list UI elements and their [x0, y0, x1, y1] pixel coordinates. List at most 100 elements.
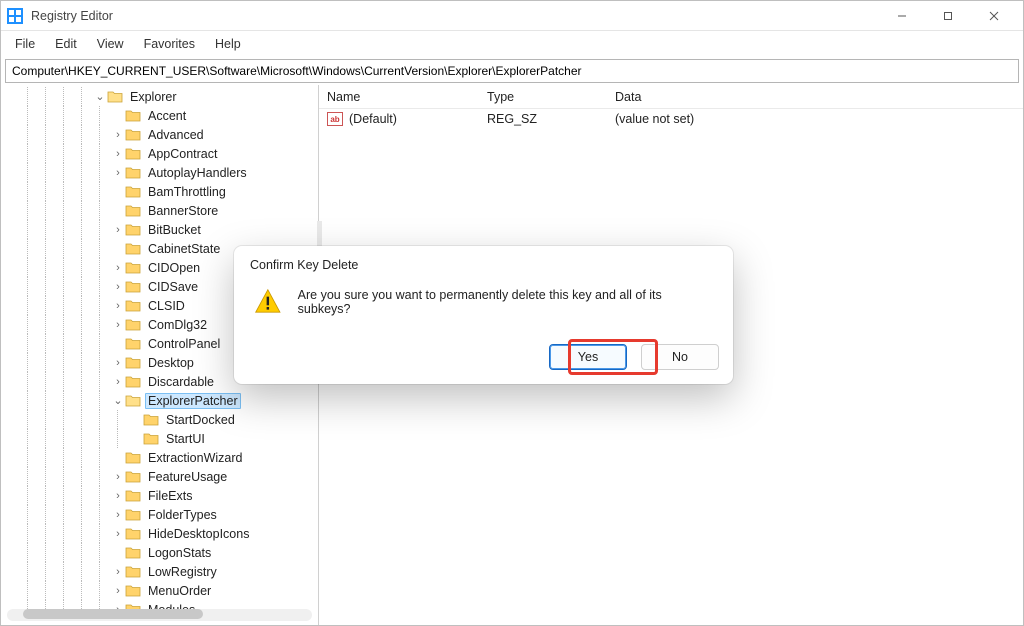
- tree-item-featureusage[interactable]: › FeatureUsage: [3, 467, 318, 486]
- expander-closed-icon[interactable]: ›: [111, 585, 125, 597]
- tree-item-bannerstore[interactable]: · BannerStore: [3, 201, 318, 220]
- tree-item-bitbucket[interactable]: › BitBucket: [3, 220, 318, 239]
- tree-item-explorerpatcher[interactable]: ⌄ ExplorerPatcher: [3, 391, 318, 410]
- folder-icon: [125, 318, 141, 331]
- expander-closed-icon[interactable]: ›: [111, 281, 125, 293]
- dialog-no-button[interactable]: No: [641, 344, 719, 370]
- tree-item-label: ComDlg32: [145, 318, 210, 332]
- tree-item-lowregistry[interactable]: › LowRegistry: [3, 562, 318, 581]
- tree-item-label: ControlPanel: [145, 337, 223, 351]
- tree-item-label: Advanced: [145, 128, 207, 142]
- folder-icon: [125, 356, 141, 369]
- tree-item-label: BitBucket: [145, 223, 204, 237]
- folder-icon: [125, 223, 141, 236]
- tree-item-label: Explorer: [127, 90, 180, 104]
- folder-icon: [125, 394, 141, 407]
- tree-item-menuorder[interactable]: › MenuOrder: [3, 581, 318, 600]
- expander-closed-icon[interactable]: ›: [111, 167, 125, 179]
- tree-item-fileexts[interactable]: › FileExts: [3, 486, 318, 505]
- expander-closed-icon[interactable]: ›: [111, 148, 125, 160]
- app-icon: [7, 8, 23, 24]
- tree-item-label: FeatureUsage: [145, 470, 230, 484]
- expander-closed-icon[interactable]: ›: [111, 471, 125, 483]
- menu-view[interactable]: View: [89, 35, 132, 53]
- tree-item-logonstats[interactable]: · LogonStats: [3, 543, 318, 562]
- folder-icon: [143, 432, 159, 445]
- tree-horizontal-scrollbar[interactable]: [7, 609, 312, 621]
- expander-closed-icon[interactable]: ›: [111, 357, 125, 369]
- minimize-button[interactable]: [879, 1, 925, 31]
- folder-icon: [125, 147, 141, 160]
- tree-item-explorer[interactable]: ⌄ Explorer: [3, 87, 318, 106]
- folder-icon: [125, 128, 141, 141]
- menu-edit[interactable]: Edit: [47, 35, 85, 53]
- tree-item-label: Discardable: [145, 375, 217, 389]
- close-button[interactable]: [971, 1, 1017, 31]
- expander-closed-icon[interactable]: ›: [111, 528, 125, 540]
- tree-item-bamthrottling[interactable]: · BamThrottling: [3, 182, 318, 201]
- expander-closed-icon[interactable]: ›: [111, 224, 125, 236]
- expander-closed-icon[interactable]: ›: [111, 490, 125, 502]
- tree-item-label: StartUI: [163, 432, 208, 446]
- expander-closed-icon[interactable]: ›: [111, 566, 125, 578]
- expander-closed-icon[interactable]: ›: [111, 262, 125, 274]
- expander-closed-icon[interactable]: ›: [111, 300, 125, 312]
- tree-item-advanced[interactable]: › Advanced: [3, 125, 318, 144]
- tree-item-extractionwizard[interactable]: · ExtractionWizard: [3, 448, 318, 467]
- expander-open-icon[interactable]: ⌄: [111, 394, 125, 407]
- folder-icon: [125, 565, 141, 578]
- confirm-key-delete-dialog: Confirm Key Delete Are you sure you want…: [234, 246, 733, 384]
- tree-item-label: MenuOrder: [145, 584, 214, 598]
- menu-favorites[interactable]: Favorites: [136, 35, 203, 53]
- tree-item-label: ExtractionWizard: [145, 451, 245, 465]
- tree-item-label: Accent: [145, 109, 189, 123]
- value-row[interactable]: ab (Default) REG_SZ (value not set): [319, 109, 1023, 129]
- warning-icon: [254, 288, 282, 316]
- tree-item-label: Desktop: [145, 356, 197, 370]
- dialog-yes-button[interactable]: Yes: [549, 344, 627, 370]
- tree-item-label: LogonStats: [145, 546, 214, 560]
- tree-item-hidedesktopicons[interactable]: › HideDesktopIcons: [3, 524, 318, 543]
- folder-icon: [125, 584, 141, 597]
- folder-icon: [125, 280, 141, 293]
- expander-closed-icon[interactable]: ›: [111, 376, 125, 388]
- tree-item-accent[interactable]: · Accent: [3, 106, 318, 125]
- expander-closed-icon[interactable]: ›: [111, 319, 125, 331]
- maximize-button[interactable]: [925, 1, 971, 31]
- tree-item-label: FileExts: [145, 489, 195, 503]
- tree-item-startdocked[interactable]: · StartDocked: [3, 410, 318, 429]
- folder-icon: [125, 375, 141, 388]
- tree-item-foldertypes[interactable]: › FolderTypes: [3, 505, 318, 524]
- tree-item-label: HideDesktopIcons: [145, 527, 252, 541]
- menu-help[interactable]: Help: [207, 35, 249, 53]
- address-bar[interactable]: [5, 59, 1019, 83]
- tree-item-startui[interactable]: · StartUI: [3, 429, 318, 448]
- folder-icon: [125, 166, 141, 179]
- reg-string-icon: ab: [327, 112, 343, 126]
- col-name[interactable]: Name: [319, 90, 479, 104]
- folder-icon: [125, 527, 141, 540]
- col-type[interactable]: Type: [479, 90, 607, 104]
- expander-open-icon[interactable]: ⌄: [93, 90, 107, 103]
- col-data[interactable]: Data: [607, 90, 1023, 104]
- window-title: Registry Editor: [31, 9, 113, 23]
- tree-item-appcontract[interactable]: › AppContract: [3, 144, 318, 163]
- value-name: (Default): [349, 112, 397, 126]
- columns-header[interactable]: Name Type Data: [319, 85, 1023, 109]
- folder-icon: [125, 185, 141, 198]
- value-data: (value not set): [607, 112, 1023, 126]
- folder-icon: [125, 470, 141, 483]
- expander-closed-icon[interactable]: ›: [111, 509, 125, 521]
- value-type: REG_SZ: [479, 112, 607, 126]
- folder-icon: [125, 261, 141, 274]
- menu-file[interactable]: File: [7, 35, 43, 53]
- folder-icon: [125, 204, 141, 217]
- expander-closed-icon[interactable]: ›: [111, 129, 125, 141]
- folder-icon: [125, 337, 141, 350]
- tree-item-autoplayhandlers[interactable]: › AutoplayHandlers: [3, 163, 318, 182]
- menubar: File Edit View Favorites Help: [1, 31, 1023, 57]
- tree-item-label: ExplorerPatcher: [145, 393, 241, 409]
- address-input[interactable]: [10, 63, 1014, 79]
- folder-icon: [125, 508, 141, 521]
- folder-icon: [125, 109, 141, 122]
